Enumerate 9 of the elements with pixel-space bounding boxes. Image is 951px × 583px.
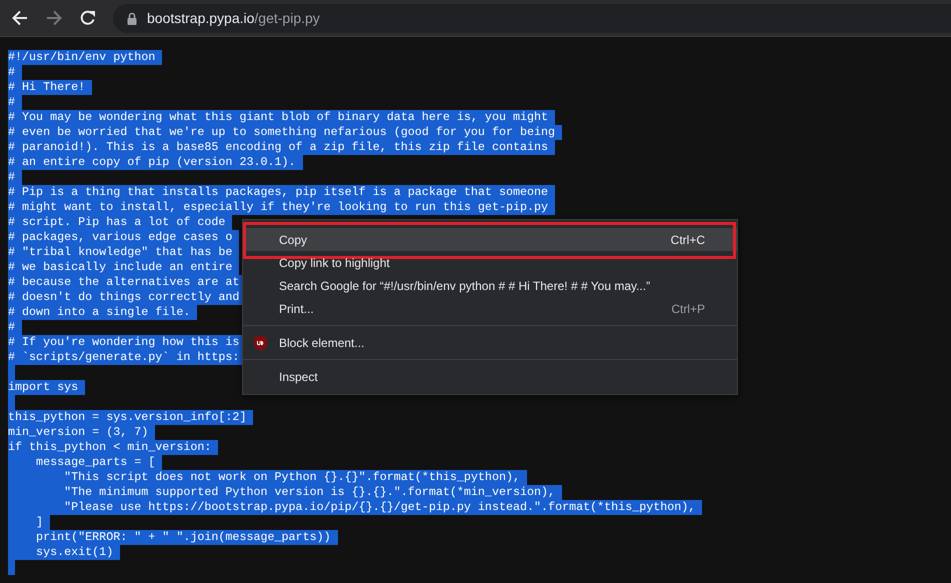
back-icon[interactable] [11,9,29,27]
address-bar-url[interactable]: bootstrap.pypa.io/get-pip.py [147,10,320,26]
lock-icon [127,12,137,24]
menu-item[interactable]: Copy link to highlight [243,251,737,274]
shield-icon [253,335,268,351]
reload-icon[interactable] [79,9,97,27]
menu-item[interactable]: Inspect [243,365,737,388]
selection-highlight [8,560,15,575]
menu-item[interactable]: Copy Ctrl+C [243,228,737,251]
